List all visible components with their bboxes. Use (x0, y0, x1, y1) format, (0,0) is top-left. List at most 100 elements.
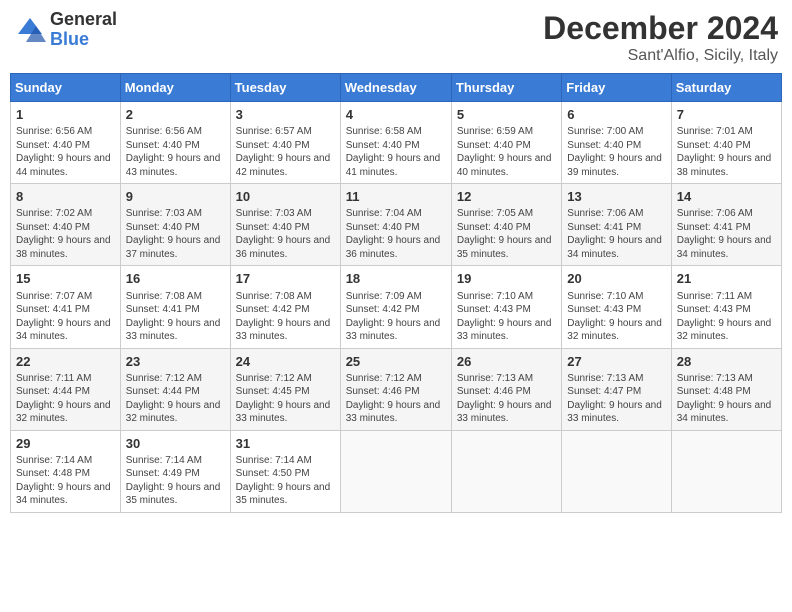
day-info: Sunrise: 7:10 AM Sunset: 4:43 PM Dayligh… (567, 290, 665, 344)
day-number: 18 (346, 270, 446, 288)
calendar-day-cell: 30Sunrise: 7:14 AM Sunset: 4:49 PM Dayli… (120, 430, 230, 512)
weekday-header-wednesday: Wednesday (340, 74, 451, 102)
day-number: 14 (677, 188, 776, 206)
calendar-day-cell: 25Sunrise: 7:12 AM Sunset: 4:46 PM Dayli… (340, 348, 451, 430)
day-number: 8 (16, 188, 115, 206)
calendar-day-cell: 14Sunrise: 7:06 AM Sunset: 4:41 PM Dayli… (671, 184, 781, 266)
day-info: Sunrise: 7:00 AM Sunset: 4:40 PM Dayligh… (567, 125, 665, 179)
day-info: Sunrise: 7:14 AM Sunset: 4:49 PM Dayligh… (126, 454, 225, 508)
day-number: 6 (567, 106, 665, 124)
calendar-day-cell: 31Sunrise: 7:14 AM Sunset: 4:50 PM Dayli… (230, 430, 340, 512)
day-number: 26 (457, 353, 556, 371)
day-number: 17 (236, 270, 335, 288)
day-number: 13 (567, 188, 665, 206)
calendar-day-cell: 29Sunrise: 7:14 AM Sunset: 4:48 PM Dayli… (11, 430, 121, 512)
day-info: Sunrise: 7:10 AM Sunset: 4:43 PM Dayligh… (457, 290, 556, 344)
day-number: 5 (457, 106, 556, 124)
calendar-day-cell: 3Sunrise: 6:57 AM Sunset: 4:40 PM Daylig… (230, 102, 340, 184)
day-number: 7 (677, 106, 776, 124)
day-number: 16 (126, 270, 225, 288)
day-info: Sunrise: 7:08 AM Sunset: 4:42 PM Dayligh… (236, 290, 335, 344)
day-number: 22 (16, 353, 115, 371)
day-number: 3 (236, 106, 335, 124)
day-number: 10 (236, 188, 335, 206)
day-info: Sunrise: 6:56 AM Sunset: 4:40 PM Dayligh… (126, 125, 225, 179)
title-block: December 2024 Sant'Alfio, Sicily, Italy (543, 10, 778, 65)
calendar-day-cell: 9Sunrise: 7:03 AM Sunset: 4:40 PM Daylig… (120, 184, 230, 266)
calendar-day-cell: 2Sunrise: 6:56 AM Sunset: 4:40 PM Daylig… (120, 102, 230, 184)
day-info: Sunrise: 7:12 AM Sunset: 4:44 PM Dayligh… (126, 372, 225, 426)
day-info: Sunrise: 6:56 AM Sunset: 4:40 PM Dayligh… (16, 125, 115, 179)
calendar-day-cell: 24Sunrise: 7:12 AM Sunset: 4:45 PM Dayli… (230, 348, 340, 430)
day-info: Sunrise: 7:14 AM Sunset: 4:50 PM Dayligh… (236, 454, 335, 508)
day-number: 25 (346, 353, 446, 371)
calendar-week-row: 29Sunrise: 7:14 AM Sunset: 4:48 PM Dayli… (11, 430, 782, 512)
calendar-table: SundayMondayTuesdayWednesdayThursdayFrid… (10, 73, 782, 513)
calendar-day-cell (671, 430, 781, 512)
calendar-day-cell: 6Sunrise: 7:00 AM Sunset: 4:40 PM Daylig… (562, 102, 671, 184)
day-info: Sunrise: 7:01 AM Sunset: 4:40 PM Dayligh… (677, 125, 776, 179)
calendar-week-row: 15 Sunrise: 7:07 AM Sunset: 4:41 PM Dayli… (11, 266, 782, 348)
day-number: 9 (126, 188, 225, 206)
day-info: Sunrise: 7:14 AM Sunset: 4:48 PM Dayligh… (16, 454, 115, 508)
weekday-header-sunday: Sunday (11, 74, 121, 102)
calendar-day-cell: 15 Sunrise: 7:07 AM Sunset: 4:41 PM Dayli… (11, 266, 121, 348)
day-info: Sunrise: 7:13 AM Sunset: 4:47 PM Dayligh… (567, 372, 665, 426)
day-info: Sunrise: 7:02 AM Sunset: 4:40 PM Dayligh… (16, 207, 115, 261)
calendar-day-cell: 28Sunrise: 7:13 AM Sunset: 4:48 PM Dayli… (671, 348, 781, 430)
month-title: December 2024 (543, 10, 778, 47)
day-info: Sunrise: 7:12 AM Sunset: 4:45 PM Dayligh… (236, 372, 335, 426)
calendar-day-cell: 8Sunrise: 7:02 AM Sunset: 4:40 PM Daylig… (11, 184, 121, 266)
calendar-day-cell: 4Sunrise: 6:58 AM Sunset: 4:40 PM Daylig… (340, 102, 451, 184)
day-info: Sunrise: 7:03 AM Sunset: 4:40 PM Dayligh… (236, 207, 335, 261)
weekday-header-thursday: Thursday (451, 74, 561, 102)
logo-icon (14, 14, 46, 46)
weekday-header-friday: Friday (562, 74, 671, 102)
day-number: 23 (126, 353, 225, 371)
calendar-day-cell: 26Sunrise: 7:13 AM Sunset: 4:46 PM Dayli… (451, 348, 561, 430)
day-info: Sunrise: 7:03 AM Sunset: 4:40 PM Dayligh… (126, 207, 225, 261)
day-number: 12 (457, 188, 556, 206)
calendar-day-cell: 22Sunrise: 7:11 AM Sunset: 4:44 PM Dayli… (11, 348, 121, 430)
day-info: Sunrise: 7:05 AM Sunset: 4:40 PM Dayligh… (457, 207, 556, 261)
calendar-day-cell: 13Sunrise: 7:06 AM Sunset: 4:41 PM Dayli… (562, 184, 671, 266)
calendar-day-cell (451, 430, 561, 512)
day-info: Sunrise: 7:09 AM Sunset: 4:42 PM Dayligh… (346, 290, 446, 344)
logo: General Blue (14, 10, 117, 50)
calendar-day-cell: 11Sunrise: 7:04 AM Sunset: 4:40 PM Dayli… (340, 184, 451, 266)
day-number: 15 (16, 270, 115, 288)
calendar-day-cell: 23Sunrise: 7:12 AM Sunset: 4:44 PM Dayli… (120, 348, 230, 430)
day-info: Sunrise: 7:11 AM Sunset: 4:44 PM Dayligh… (16, 372, 115, 426)
calendar-day-cell: 7Sunrise: 7:01 AM Sunset: 4:40 PM Daylig… (671, 102, 781, 184)
calendar-week-row: 22Sunrise: 7:11 AM Sunset: 4:44 PM Dayli… (11, 348, 782, 430)
weekday-header-saturday: Saturday (671, 74, 781, 102)
day-info: Sunrise: 7:11 AM Sunset: 4:43 PM Dayligh… (677, 290, 776, 344)
weekday-header-monday: Monday (120, 74, 230, 102)
day-info: Sunrise: 6:58 AM Sunset: 4:40 PM Dayligh… (346, 125, 446, 179)
calendar-day-cell: 17 Sunrise: 7:08 AM Sunset: 4:42 PM Dayli… (230, 266, 340, 348)
calendar-day-cell: 5Sunrise: 6:59 AM Sunset: 4:40 PM Daylig… (451, 102, 561, 184)
day-info: Sunrise: 6:57 AM Sunset: 4:40 PM Dayligh… (236, 125, 335, 179)
day-info: Sunrise: 7:04 AM Sunset: 4:40 PM Dayligh… (346, 207, 446, 261)
calendar-week-row: 8Sunrise: 7:02 AM Sunset: 4:40 PM Daylig… (11, 184, 782, 266)
calendar-day-cell (340, 430, 451, 512)
calendar-day-cell: 27Sunrise: 7:13 AM Sunset: 4:47 PM Dayli… (562, 348, 671, 430)
calendar-day-cell: 18 Sunrise: 7:09 AM Sunset: 4:42 PM Dayli… (340, 266, 451, 348)
day-number: 31 (236, 435, 335, 453)
logo-general-text: General (50, 10, 117, 30)
day-number: 2 (126, 106, 225, 124)
calendar-day-cell (562, 430, 671, 512)
day-number: 4 (346, 106, 446, 124)
day-info: Sunrise: 7:06 AM Sunset: 4:41 PM Dayligh… (567, 207, 665, 261)
day-info: Sunrise: 7:13 AM Sunset: 4:46 PM Dayligh… (457, 372, 556, 426)
day-number: 1 (16, 106, 115, 124)
day-info: Sunrise: 7:12 AM Sunset: 4:46 PM Dayligh… (346, 372, 446, 426)
page-header: General Blue December 2024 Sant'Alfio, S… (10, 10, 782, 65)
day-number: 30 (126, 435, 225, 453)
weekday-header-tuesday: Tuesday (230, 74, 340, 102)
calendar-day-cell: 1Sunrise: 6:56 AM Sunset: 4:40 PM Daylig… (11, 102, 121, 184)
day-info: Sunrise: 7:06 AM Sunset: 4:41 PM Dayligh… (677, 207, 776, 261)
day-info: Sunrise: 7:07 AM Sunset: 4:41 PM Dayligh… (16, 290, 115, 344)
day-number: 21 (677, 270, 776, 288)
day-number: 24 (236, 353, 335, 371)
